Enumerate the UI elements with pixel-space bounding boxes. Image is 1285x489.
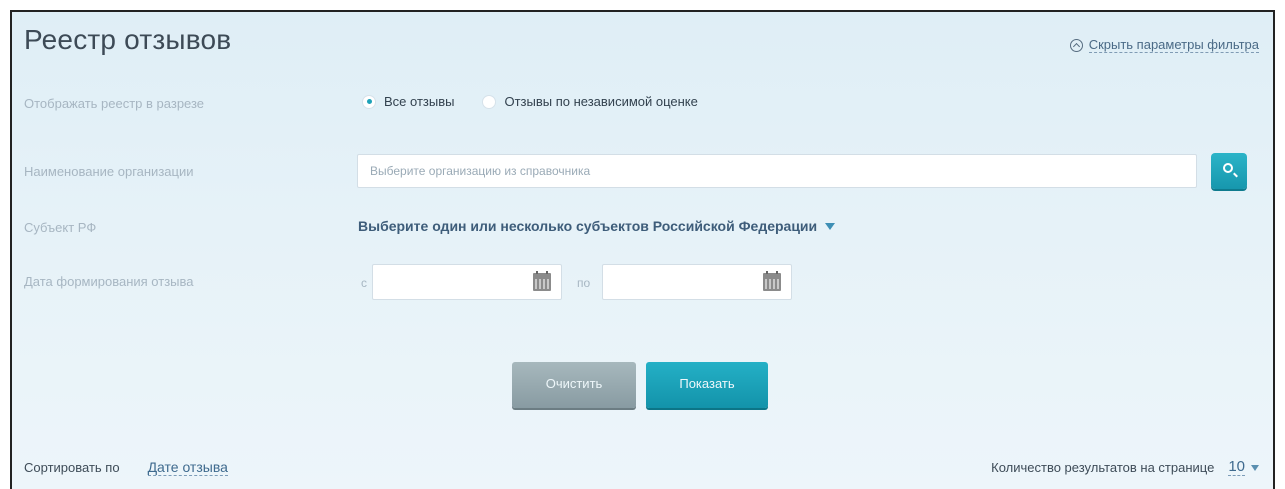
clear-button[interactable]: Очистить [512, 362, 636, 408]
radio-independent-reviews[interactable]: Отзывы по независимой оценке [482, 94, 698, 109]
filter-panel: Реестр отзывов Скрыть параметры фильтра … [10, 10, 1275, 489]
radio-button-unchecked[interactable] [482, 94, 497, 109]
calendar-icon[interactable] [763, 271, 781, 291]
per-page-control: Количество результатов на странице 10 [991, 459, 1259, 476]
triangle-down-icon [825, 222, 836, 230]
region-label: Субъект РФ [24, 220, 97, 235]
page-title: Реестр отзывов [24, 24, 232, 55]
radio-independent-reviews-label: Отзывы по независимой оценке [504, 94, 698, 109]
sort-by-link[interactable]: Дате отзыва [147, 459, 228, 476]
search-icon [1223, 163, 1233, 173]
region-dropdown[interactable]: Выберите один или несколько субъектов Ро… [358, 218, 836, 234]
date-to-input[interactable] [602, 264, 792, 300]
region-dropdown-label: Выберите один или несколько субъектов Ро… [358, 218, 818, 234]
show-button[interactable]: Показать [646, 362, 768, 408]
per-page-value: 10 [1228, 458, 1245, 476]
date-to-prefix: по [577, 276, 591, 290]
radio-button-checked[interactable] [362, 94, 376, 109]
date-from-prefix: с [361, 276, 367, 290]
display-mode-label: Отображать реестр в разрезе [24, 96, 205, 111]
org-label: Наименование организации [24, 164, 194, 179]
display-mode-radio-group: Все отзывы Отзывы по независимой оценке [362, 94, 726, 109]
date-from-input[interactable] [372, 264, 562, 300]
per-page-dropdown[interactable]: 10 [1228, 459, 1259, 476]
radio-all-reviews-label: Все отзывы [384, 94, 455, 109]
hide-filter-link[interactable]: Скрыть параметры фильтра [1069, 37, 1259, 53]
org-search-input[interactable]: Выберите организацию из справочника [357, 154, 1197, 188]
radio-all-reviews[interactable]: Все отзывы [362, 94, 454, 109]
chevron-up-circle-icon [1069, 39, 1083, 52]
sort-label: Сортировать по [24, 460, 120, 475]
triangle-down-icon [1251, 464, 1259, 471]
sort-control: Сортировать по Дате отзыва [24, 459, 228, 476]
hide-filter-label: Скрыть параметры фильтра [1088, 37, 1259, 53]
per-page-label: Количество результатов на странице [991, 460, 1215, 475]
search-button[interactable] [1211, 153, 1247, 189]
date-label: Дата формирования отзыва [24, 274, 194, 289]
calendar-icon[interactable] [533, 271, 551, 291]
